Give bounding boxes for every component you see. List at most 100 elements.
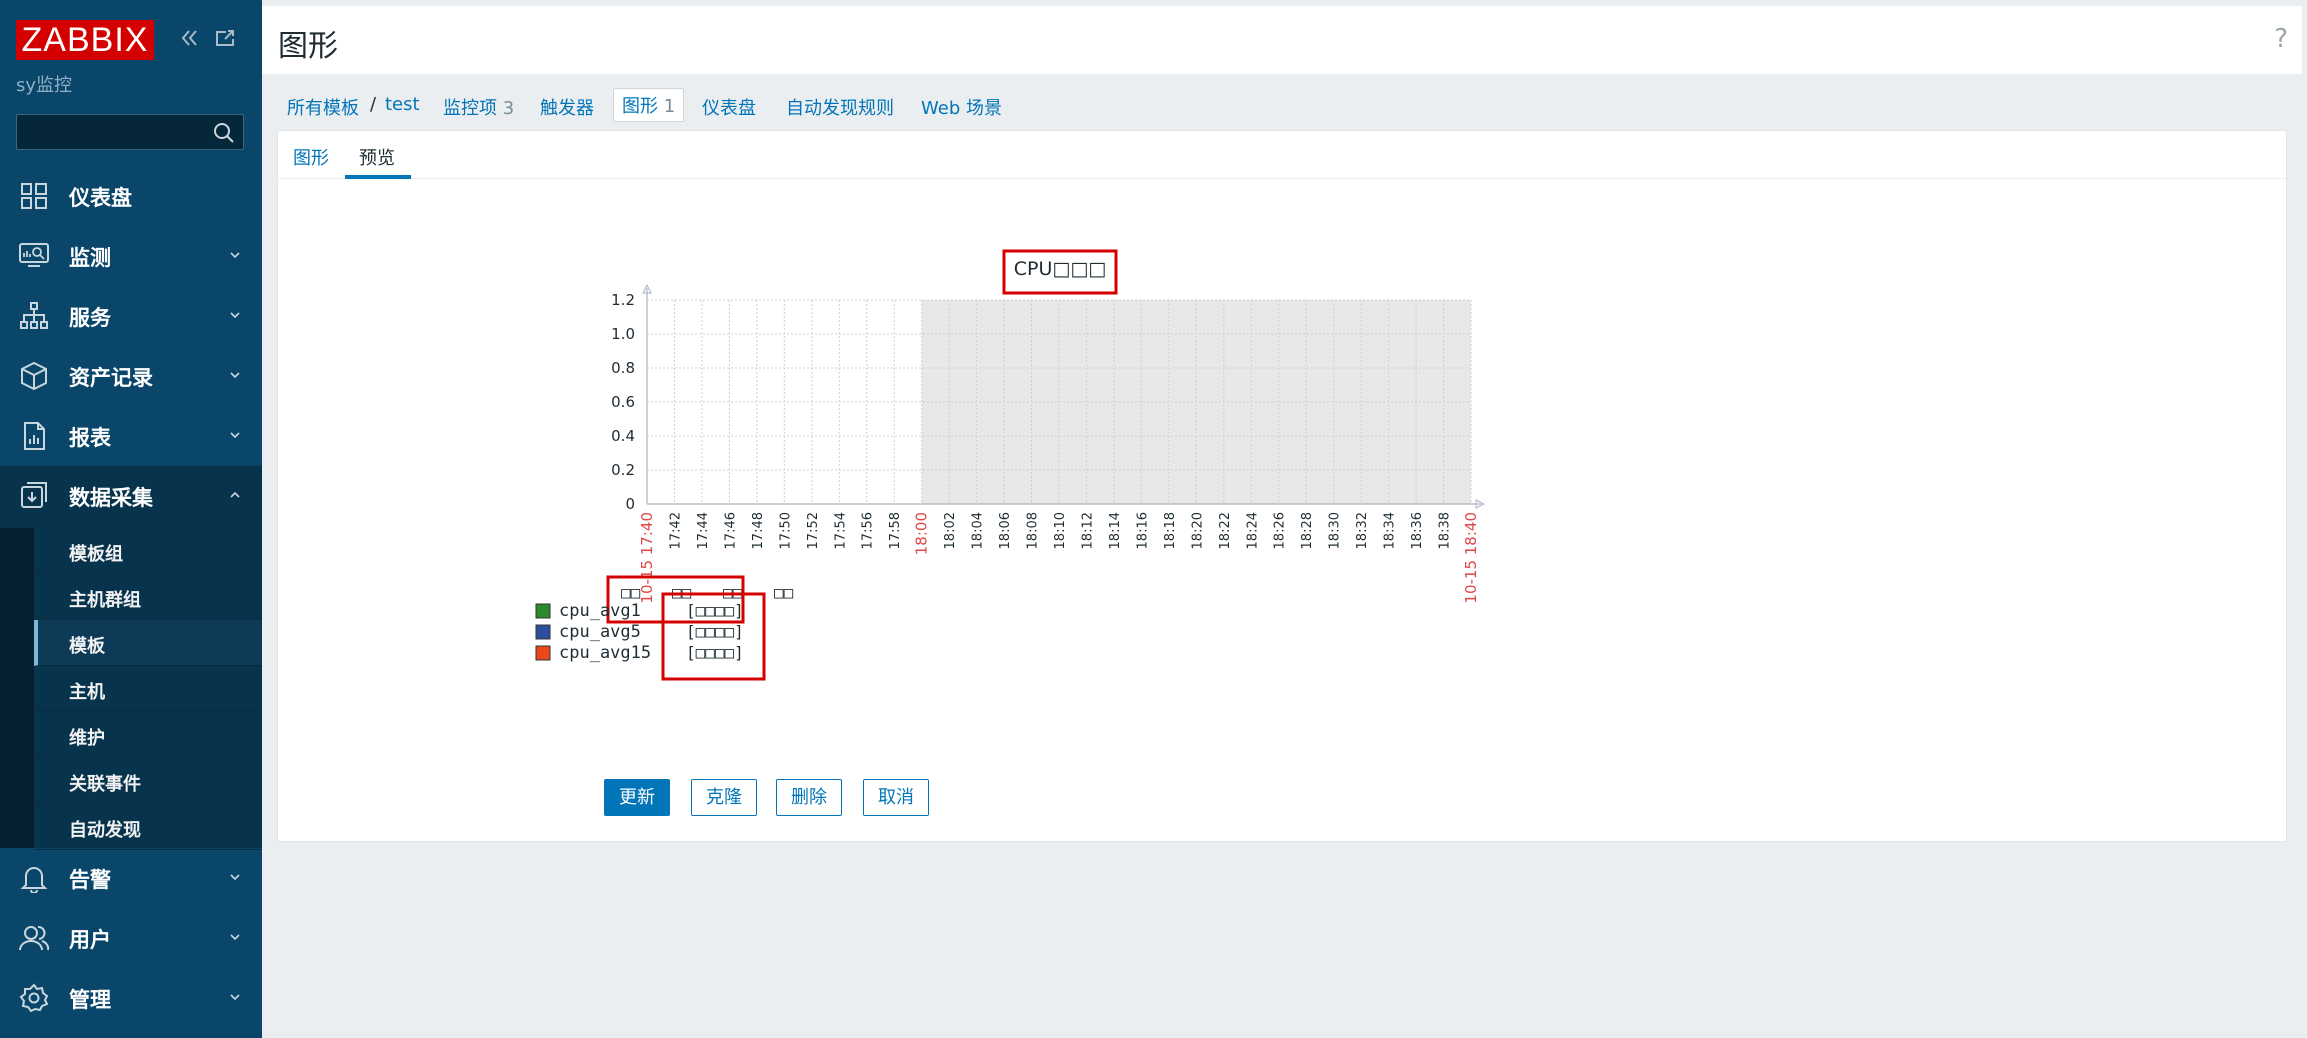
crumb-template-test[interactable]: test <box>385 94 420 115</box>
search-input[interactable] <box>17 115 207 149</box>
crumb-separator: / <box>370 94 377 115</box>
tab-graphs[interactable]: 图形 1 <box>613 88 685 122</box>
nav-reports[interactable]: 报表 <box>0 406 262 466</box>
server-name: sy监控 <box>16 75 73 96</box>
submenu-maintenance[interactable]: 维护 <box>34 712 262 758</box>
chevron-up-icon <box>230 491 240 498</box>
nav-administration-label: 管理 <box>69 988 111 1012</box>
legend-series-tag: [□□□□] <box>686 643 744 662</box>
submenu-event-correlation[interactable]: 关联事件 <box>34 758 262 804</box>
nav-monitoring[interactable]: 监测 <box>0 226 262 286</box>
nav-monitoring-label: 监测 <box>69 246 111 270</box>
chevron-down-icon <box>230 994 240 1001</box>
x-tick-label: 17:52 <box>806 512 821 549</box>
submenu-label: 关联事件 <box>69 774 141 795</box>
submenu-hosts[interactable]: 主机 <box>34 666 262 712</box>
zabbix-logo[interactable]: ZABBIX <box>16 20 154 60</box>
x-tick-label: 18:38 <box>1438 512 1453 549</box>
clone-button[interactable]: 克隆 <box>691 779 757 816</box>
tab-items[interactable]: 监控项 3 <box>443 94 514 120</box>
collapse-sidebar-icon[interactable] <box>175 24 203 52</box>
chevron-down-icon <box>230 312 240 319</box>
submenu-discovery[interactable]: 自动发现 <box>34 804 262 850</box>
x-end-label: 10-15 18:40 <box>1462 512 1480 604</box>
data-collection-submenu: 模板组 主机群组 模板 主机 维护 关联事件 自动发现 <box>0 528 262 850</box>
x-start-label: 10-15 17:40 <box>638 512 656 604</box>
x-tick-label: 18:32 <box>1355 512 1370 549</box>
data-collection-icon <box>21 482 47 508</box>
delete-button[interactable]: 删除 <box>776 779 842 816</box>
tab-discovery-rules[interactable]: 自动发现规则 <box>786 94 894 120</box>
y-tick-label: 0.4 <box>611 427 635 445</box>
sidebar-search <box>16 114 244 150</box>
kiosk-mode-icon[interactable] <box>211 24 239 52</box>
chevron-down-icon <box>230 874 240 881</box>
nav-users[interactable]: 用户 <box>0 908 262 968</box>
nav-administration[interactable]: 管理 <box>0 968 262 1028</box>
crumb-all-templates[interactable]: 所有模板 <box>287 94 359 120</box>
tab-web-scenarios[interactable]: Web 场景 <box>921 94 1002 120</box>
legend-series-name: cpu_avg15 <box>559 643 651 663</box>
chevron-down-icon <box>230 252 240 259</box>
update-button[interactable]: 更新 <box>604 779 670 816</box>
chevron-down-icon <box>230 372 240 379</box>
submenu-template-groups[interactable]: 模板组 <box>34 528 262 574</box>
nav-data-collection-label: 数据采集 <box>69 486 153 510</box>
y-tick-label: 0.6 <box>611 393 635 411</box>
subtab-graph[interactable]: 图形 <box>293 144 329 170</box>
nav-inventory[interactable]: 资产记录 <box>0 346 262 406</box>
tab-graphs-count: 1 <box>663 96 676 117</box>
legend-swatch <box>535 624 551 640</box>
x-highlight-label: 18:00 <box>913 512 931 555</box>
submenu-strip <box>0 528 34 848</box>
x-tick-label: 18:24 <box>1245 512 1260 549</box>
legend-column-header: □□ <box>621 583 641 602</box>
x-tick-label: 18:30 <box>1328 512 1343 549</box>
y-tick-label: 1.2 <box>611 291 635 309</box>
legend-series-name: cpu_avg5 <box>559 622 641 642</box>
legend-series-tag: [□□□□] <box>686 601 744 620</box>
help-icon[interactable]: ? <box>2274 24 2288 54</box>
page-title: 图形 <box>278 29 338 64</box>
nav-dashboard-label: 仪表盘 <box>69 186 132 210</box>
page-header: 图形 ? <box>262 6 2302 74</box>
x-tick-label: 18:16 <box>1135 512 1150 549</box>
dashboard-icon <box>21 183 47 209</box>
nav-inventory-label: 资产记录 <box>69 366 153 390</box>
cancel-button[interactable]: 取消 <box>863 779 929 816</box>
search-icon[interactable] <box>211 120 237 146</box>
x-tick-label: 17:50 <box>778 512 793 549</box>
x-tick-label: 17:54 <box>833 512 848 549</box>
x-tick-label: 18:12 <box>1080 512 1095 549</box>
services-icon <box>20 302 48 329</box>
nav-alerts-label: 告警 <box>69 868 111 892</box>
y-tick-label: 0.2 <box>611 461 635 479</box>
nav-services[interactable]: 服务 <box>0 286 262 346</box>
x-tick-label: 18:36 <box>1410 512 1425 549</box>
legend-series-name: cpu_avg1 <box>559 601 641 621</box>
x-tick-label: 17:46 <box>723 512 738 549</box>
graph-form: 图形 预览 0 0.2 0.4 0.6 0.8 1.0 1.2 10-15 17:40 17:4… <box>277 130 2287 842</box>
sidebar: ZABBIX sy监控 仪表盘 监测 服务 资产记录 报表 数据采集 模板组 主… <box>0 0 262 1038</box>
x-tick-label: 17:56 <box>861 512 876 549</box>
x-tick-label: 18:02 <box>943 512 958 549</box>
subtab-preview[interactable]: 预览 <box>359 144 395 170</box>
x-tick-label: 18:28 <box>1300 512 1315 549</box>
nav-data-collection[interactable]: 数据采集 <box>0 466 262 528</box>
x-tick-label: 18:04 <box>971 512 986 549</box>
submenu-host-groups[interactable]: 主机群组 <box>34 574 262 620</box>
nav-services-label: 服务 <box>69 306 111 330</box>
tab-graphs-label: 图形 <box>622 96 658 117</box>
tab-triggers[interactable]: 触发器 <box>540 94 594 120</box>
tab-dashboards[interactable]: 仪表盘 <box>702 94 756 120</box>
submenu-templates[interactable]: 模板 <box>34 620 262 666</box>
chevron-down-icon <box>230 934 240 941</box>
submenu-label: 维护 <box>69 728 105 749</box>
inventory-icon <box>21 361 47 391</box>
x-tick-label: 18:14 <box>1108 512 1123 549</box>
y-tick-label: 0 <box>625 495 635 513</box>
nav-alerts[interactable]: 告警 <box>0 848 262 908</box>
tab-items-count: 3 <box>502 98 515 119</box>
nav-dashboard[interactable]: 仪表盘 <box>0 166 262 226</box>
legend-series-tag: [□□□□] <box>686 622 744 641</box>
